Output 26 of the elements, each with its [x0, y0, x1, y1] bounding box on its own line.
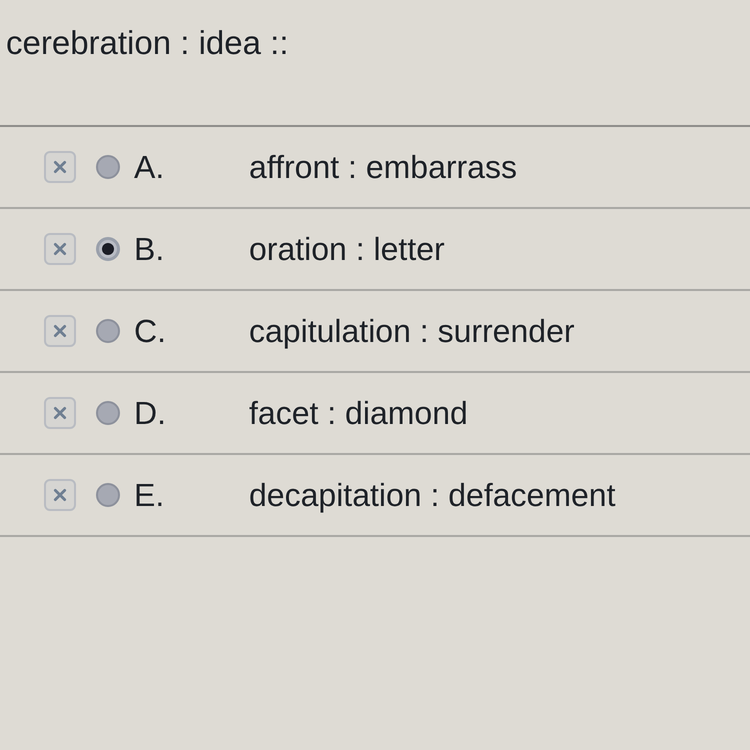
eliminate-button[interactable]	[44, 315, 76, 347]
option-letter: C.	[134, 312, 167, 350]
question-stem: cerebration : idea ::	[5, 23, 290, 63]
x-icon	[53, 324, 67, 338]
option-letter: D.	[134, 394, 167, 432]
answer-text: oration : letter	[249, 230, 445, 268]
answer-text: affront : embarrass	[249, 148, 517, 186]
answer-text: facet : diamond	[249, 394, 468, 432]
radio-button[interactable]	[96, 319, 120, 343]
answer-text: decapitation : defacement	[249, 476, 616, 514]
option-letter: E.	[134, 476, 166, 514]
x-icon	[53, 242, 67, 256]
eliminate-button[interactable]	[44, 233, 76, 265]
x-icon	[53, 160, 67, 174]
x-icon	[53, 488, 67, 502]
radio-button[interactable]	[96, 483, 120, 507]
radio-button[interactable]	[96, 401, 120, 425]
eliminate-button[interactable]	[44, 397, 76, 429]
answer-text: capitulation : surrender	[249, 312, 575, 350]
eliminate-button[interactable]	[44, 151, 76, 183]
radio-button[interactable]	[96, 237, 120, 261]
radio-button[interactable]	[96, 155, 120, 179]
option-letter: A.	[134, 148, 166, 186]
option-letter: B.	[134, 230, 166, 268]
eliminate-button[interactable]	[44, 479, 76, 511]
x-icon	[53, 406, 67, 420]
